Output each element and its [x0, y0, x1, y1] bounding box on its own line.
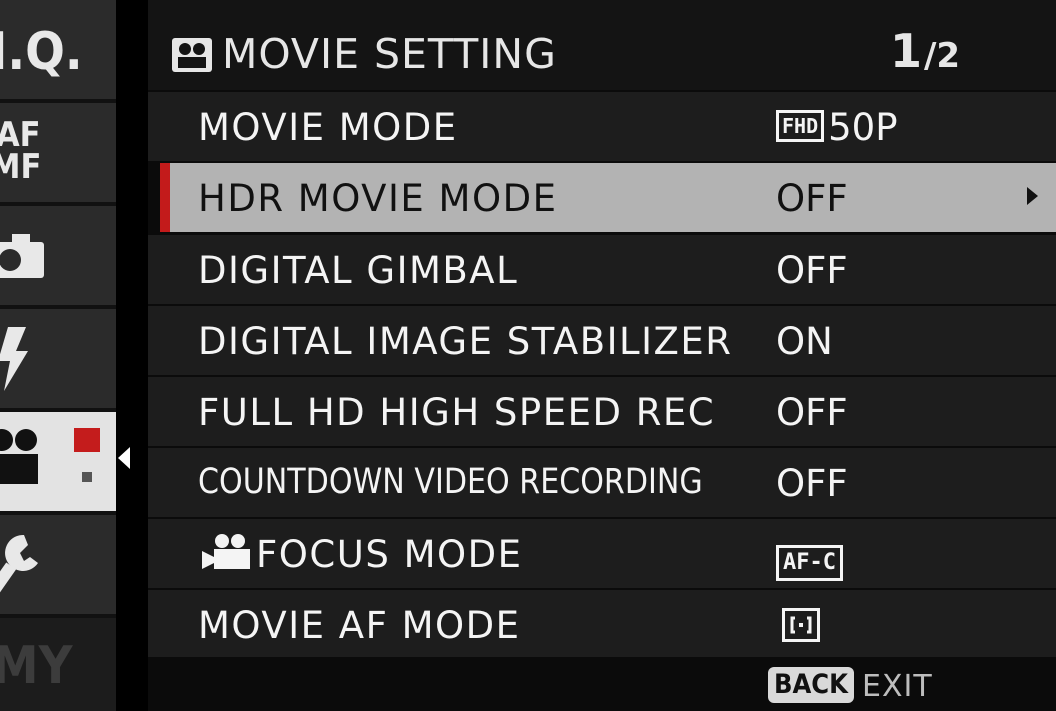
menu-item-hdr-movie-mode[interactable]: HDR MOVIE MODE OFF — [160, 163, 1056, 232]
menu-item-label: FOCUS MODE — [256, 533, 523, 576]
page-indicator: 1/2 — [890, 24, 960, 78]
menu-item-full-hd-high-speed-rec[interactable]: FULL HD HIGH SPEED REC OFF — [148, 377, 1056, 446]
tab-image-quality[interactable]: I.Q. — [0, 0, 116, 99]
back-button[interactable]: BACK — [768, 667, 854, 703]
movie-record-grey-square — [82, 472, 92, 482]
menu-item-value — [776, 604, 820, 647]
menu-item-movie-af-mode[interactable]: MOVIE AF MODE — [148, 590, 1056, 659]
menu-panel: MOVIE SETTING 1/2 MOVIE MODE FHD 50P HDR … — [148, 0, 1056, 711]
fhd-badge-icon: FHD — [776, 109, 825, 142]
active-tab-pointer-icon — [118, 447, 130, 469]
menu-tab-column: I.Q. AF MF — [0, 0, 116, 711]
menu-item-label: DIGITAL GIMBAL — [198, 249, 519, 292]
movie-camera-icon — [202, 534, 250, 569]
menu-item-value: OFF — [776, 462, 848, 505]
tab-flash[interactable] — [0, 309, 116, 408]
tab-shooting[interactable] — [0, 206, 116, 305]
menu-item-label: COUNTDOWN VIDEO RECORDING — [198, 462, 703, 502]
menu-item-value: OFF — [776, 391, 848, 434]
submenu-arrow-icon — [1027, 187, 1038, 205]
tab-movie[interactable] — [0, 412, 116, 511]
movie-setting-icon — [172, 38, 212, 72]
tab-my-label: MY — [0, 636, 73, 696]
menu-item-label: DIGITAL IMAGE STABILIZER — [198, 320, 733, 363]
menu-item-digital-gimbal[interactable]: DIGITAL GIMBAL OFF — [148, 235, 1056, 304]
menu-item-focus-mode[interactable]: FOCUS MODE AF-C — [148, 519, 1056, 588]
af-c-badge-icon: AF-C — [776, 545, 843, 581]
tab-my-menu[interactable]: MY — [0, 618, 116, 711]
selection-marker — [160, 163, 170, 232]
menu-footer: BACK EXIT — [148, 657, 1056, 711]
wrench-icon — [0, 534, 39, 596]
menu-item-movie-mode[interactable]: MOVIE MODE FHD 50P — [148, 92, 1056, 161]
page-title: MOVIE SETTING — [222, 30, 557, 78]
tab-af-mf[interactable]: AF MF — [0, 103, 116, 202]
movie-camera-icon — [0, 429, 38, 484]
menu-item-value: OFF — [776, 177, 848, 220]
tab-iq-label: I.Q. — [0, 22, 83, 82]
page-current: 1 — [890, 24, 923, 78]
tab-mf-label: MF — [0, 147, 42, 187]
menu-item-countdown-video-recording[interactable]: COUNTDOWN VIDEO RECORDING OFF — [148, 448, 1056, 517]
menu-item-value: FHD 50P — [776, 106, 898, 149]
flash-icon — [0, 327, 28, 391]
movie-mode-framerate: 50P — [828, 106, 898, 149]
af-area-icon — [782, 608, 820, 642]
camera-menu-screen: I.Q. AF MF — [0, 0, 1056, 711]
menu-item-label: HDR MOVIE MODE — [198, 177, 558, 220]
menu-item-label: FULL HD HIGH SPEED REC — [198, 391, 716, 434]
menu-item-digital-image-stabilizer[interactable]: DIGITAL IMAGE STABILIZER ON — [148, 306, 1056, 375]
tab-setup[interactable] — [0, 515, 116, 614]
menu-item-value: ON — [776, 320, 833, 363]
camera-icon — [0, 234, 44, 278]
menu-header: MOVIE SETTING 1/2 — [148, 0, 1056, 90]
menu-item-label: MOVIE MODE — [198, 106, 458, 149]
menu-item-value: OFF — [776, 249, 848, 292]
menu-item-value: AF-C — [776, 533, 843, 581]
page-total: /2 — [924, 36, 961, 76]
exit-label: EXIT — [862, 669, 933, 704]
menu-item-label: MOVIE AF MODE — [198, 604, 521, 647]
movie-record-red-square — [74, 428, 100, 452]
